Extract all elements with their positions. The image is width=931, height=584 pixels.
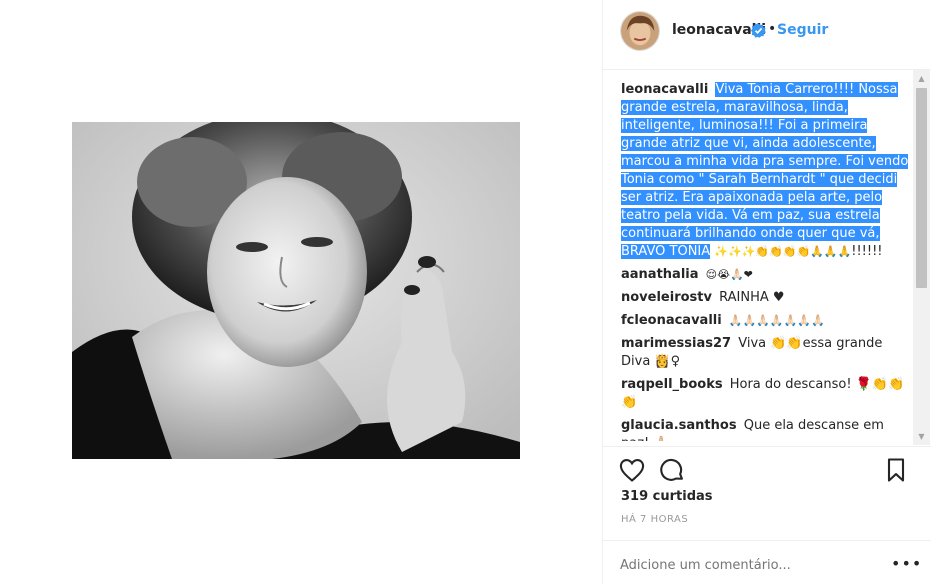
separator-dot: • xyxy=(768,21,777,37)
list-item: raqpell_books Hora do descanso! 🌹👏👏👏 xyxy=(621,376,913,412)
caption-username[interactable]: leonacavalli xyxy=(621,82,708,97)
verified-icon xyxy=(751,23,766,38)
heart-icon[interactable] xyxy=(618,456,646,484)
list-item: aanathalia 😌😭🙏🏻❤ xyxy=(621,266,913,284)
caption-text: Viva Tonia Carrero!!!! Nossa grande estr… xyxy=(621,82,909,259)
comment-username[interactable]: noveleirostv xyxy=(621,290,712,305)
comments-scrollbar[interactable]: ▲ ▼ xyxy=(913,70,930,445)
caption-emoji: ✨✨✨👏👏👏👏🙏🙏🙏 xyxy=(714,245,852,258)
avatar[interactable] xyxy=(620,11,660,51)
caption-tail: !!!!!! xyxy=(851,244,883,259)
follow-button[interactable]: Seguir xyxy=(777,22,828,38)
post-panel: leonacavalli • Seguir leonacavalli Viva … xyxy=(602,0,931,584)
scroll-up-arrow-icon[interactable]: ▲ xyxy=(913,70,930,87)
post-time[interactable]: HÁ 7 HORAS xyxy=(621,514,688,525)
add-comment-bar: ••• xyxy=(603,540,931,584)
list-item: fcleonacavalli 🙏🏻🙏🏻🙏🏻🙏🏻🙏🏻🙏🏻🙏🏻 xyxy=(621,312,913,330)
comment-text: 🙏🏻🙏🏻🙏🏻🙏🏻🙏🏻🙏🏻🙏🏻 xyxy=(728,314,825,327)
comment-icon[interactable] xyxy=(658,456,686,484)
comment-input[interactable] xyxy=(620,555,890,575)
action-bar xyxy=(603,446,931,491)
comment-text: RAINHA ♥ xyxy=(719,290,785,305)
comment-username[interactable]: raqpell_books xyxy=(621,377,723,392)
more-options-button[interactable]: ••• xyxy=(891,554,922,573)
post-header: leonacavalli • Seguir xyxy=(603,0,931,70)
comment-username[interactable]: glaucia.santhos xyxy=(621,418,737,433)
scroll-thumb[interactable] xyxy=(916,88,927,288)
comments-list: leonacavalli Viva Tonia Carrero!!!! Noss… xyxy=(621,81,913,441)
list-item: glaucia.santhos Que ela descanse em paz!… xyxy=(621,417,913,441)
comment-username[interactable]: marimessias27 xyxy=(621,336,731,351)
likes-count[interactable]: 319 curtidas xyxy=(621,489,713,504)
list-item: marimessias27 Viva 👏👏essa grande Diva 👸♀ xyxy=(621,335,913,371)
portrait-image xyxy=(72,122,520,459)
caption: leonacavalli Viva Tonia Carrero!!!! Noss… xyxy=(621,81,913,261)
scroll-down-arrow-icon[interactable]: ▼ xyxy=(913,428,930,445)
comment-text: 😌😭🙏🏻❤ xyxy=(705,268,753,281)
list-item: noveleirostv RAINHA ♥ xyxy=(621,289,913,307)
bookmark-icon[interactable] xyxy=(882,456,910,484)
post-media xyxy=(0,0,602,584)
comment-username[interactable]: fcleonacavalli xyxy=(621,313,722,328)
post-photo[interactable] xyxy=(72,122,520,459)
comment-username[interactable]: aanathalia xyxy=(621,267,699,282)
